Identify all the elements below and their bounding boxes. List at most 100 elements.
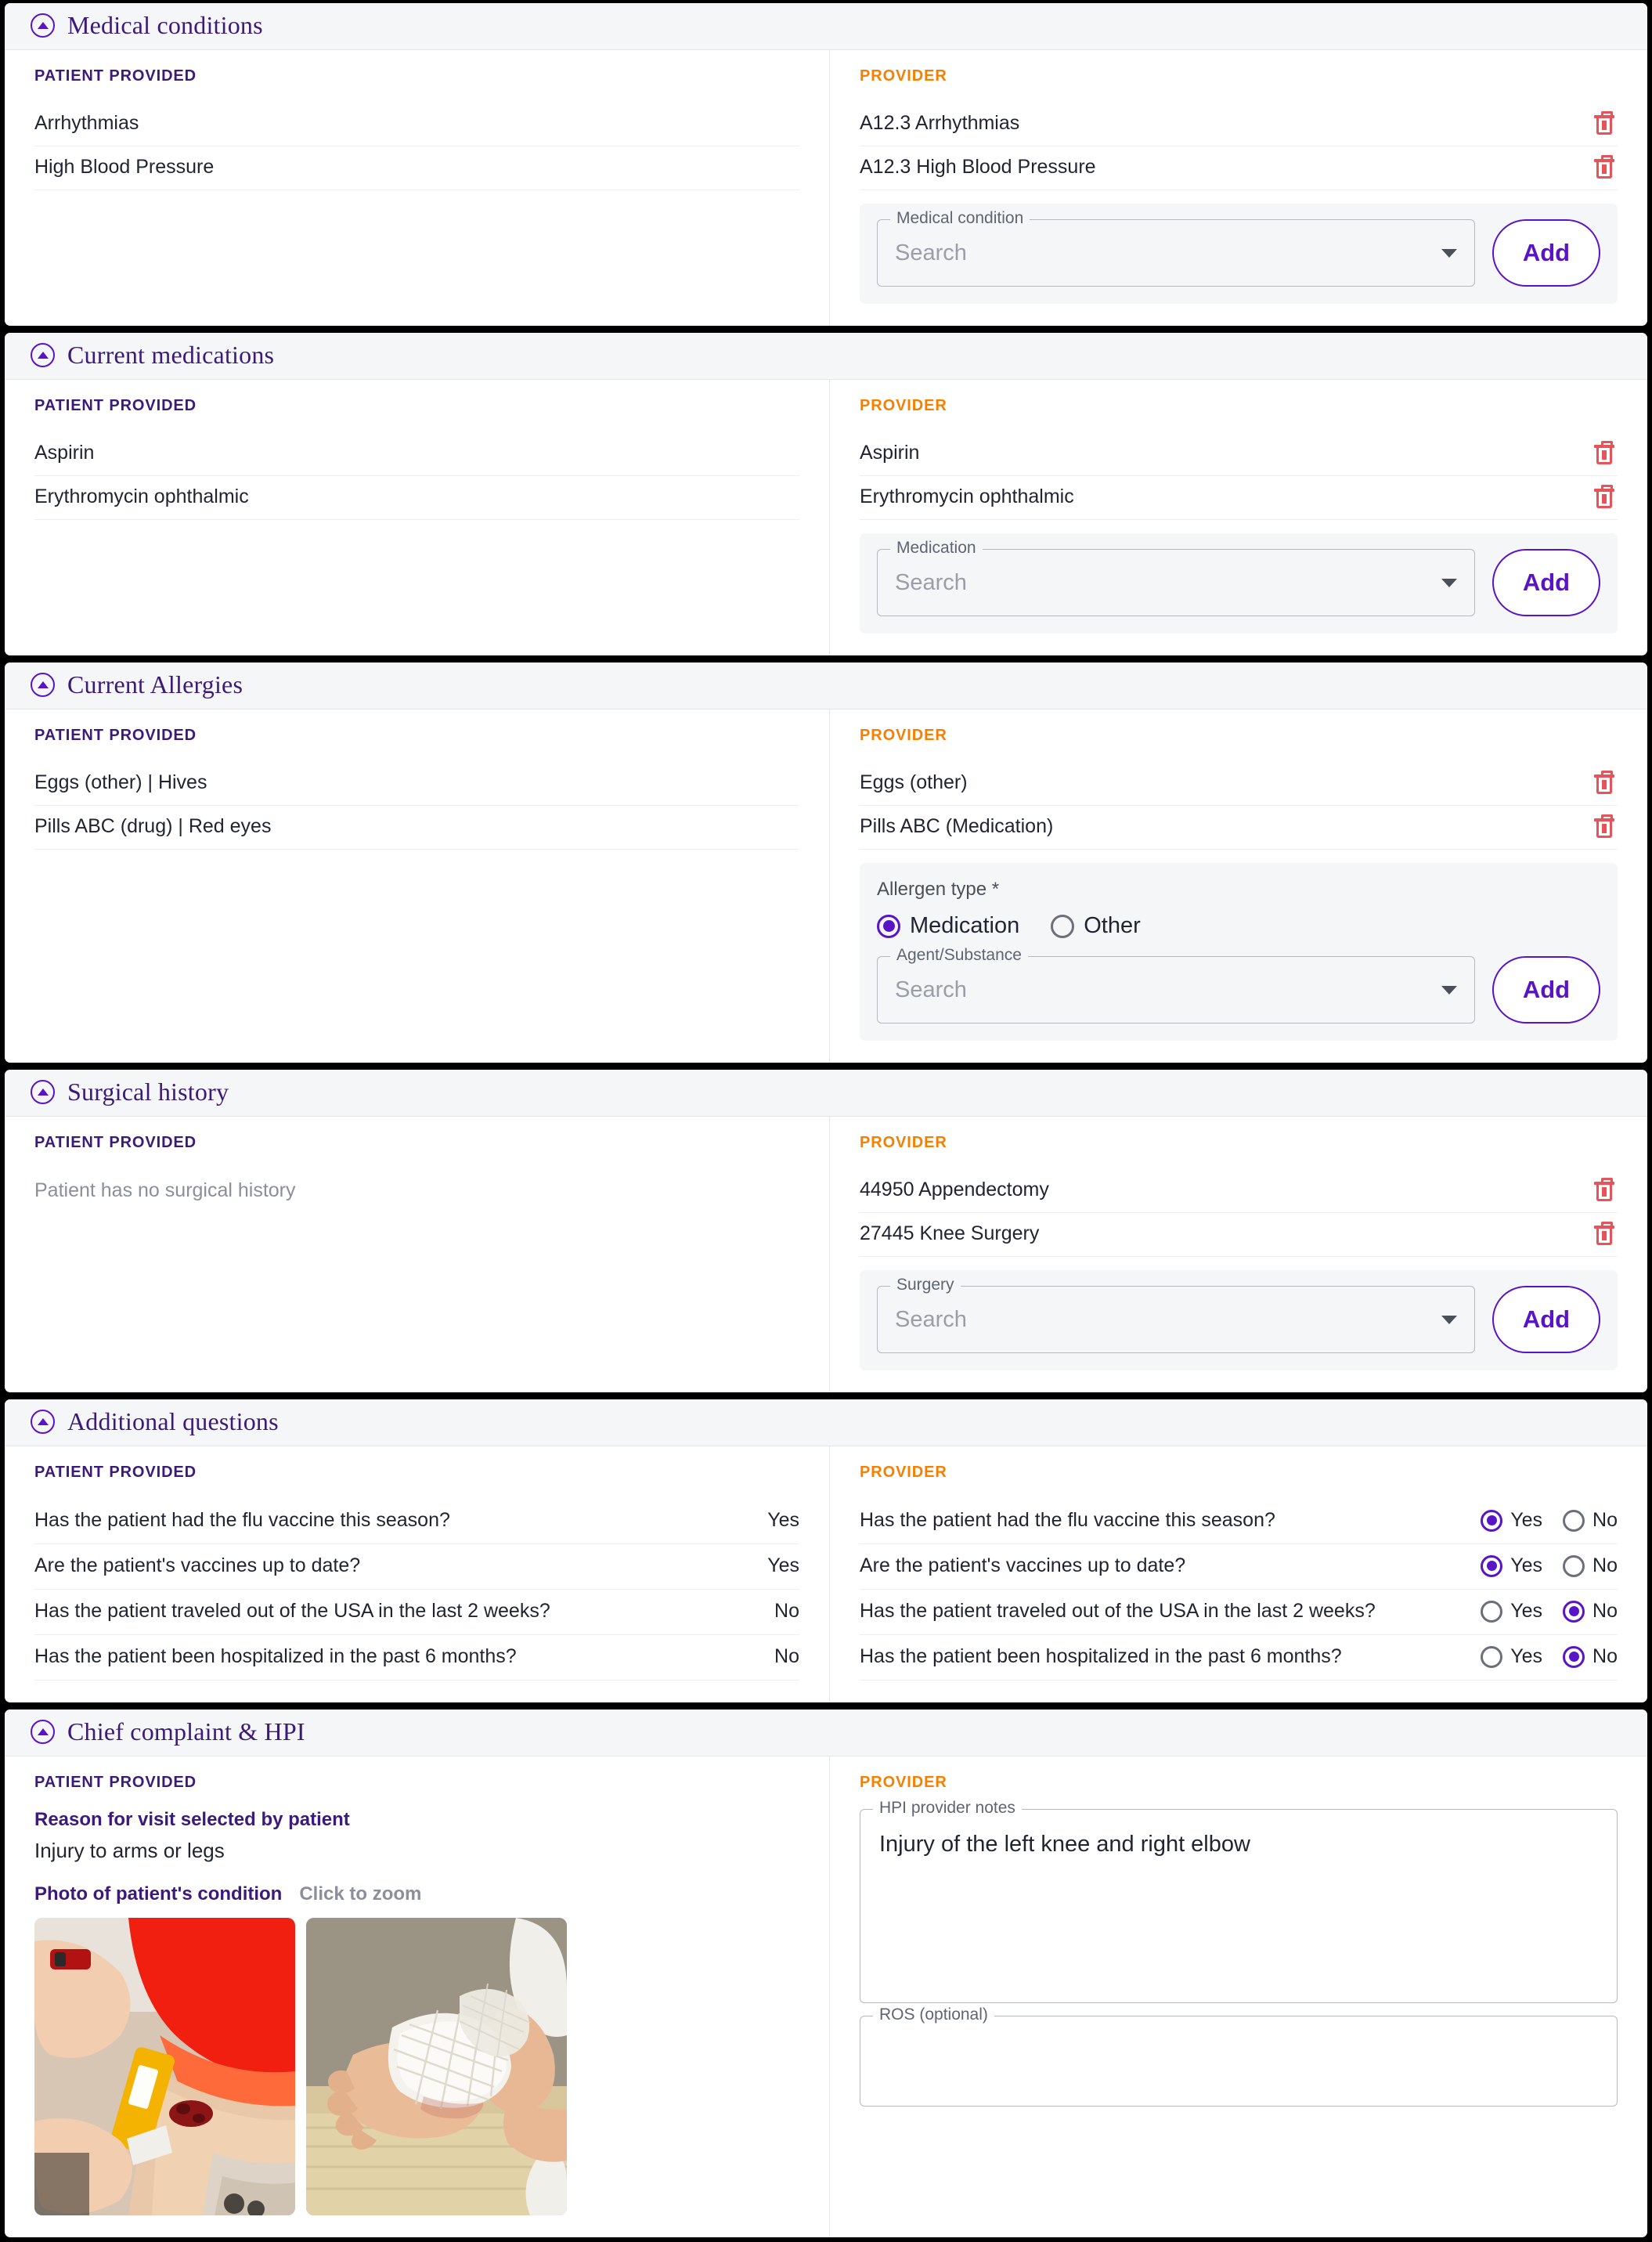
field-legend: Surgery xyxy=(890,1276,961,1293)
radio-option-medication[interactable]: Medication xyxy=(877,913,1019,939)
add-button[interactable]: Add xyxy=(1492,1286,1600,1353)
list-item: Eggs (other) xyxy=(860,762,1618,806)
trash-icon[interactable] xyxy=(1594,111,1614,135)
trash-icon[interactable] xyxy=(1594,771,1614,794)
section-header-current-allergies[interactable]: Current Allergies xyxy=(5,662,1647,709)
radio-option-no[interactable]: No xyxy=(1563,1509,1618,1532)
provider-label: PROVIDER xyxy=(860,1134,947,1151)
child-knee-bandage-photo xyxy=(34,1918,295,2215)
question-text: Has the patient been hospitalized in the… xyxy=(860,1645,1342,1667)
radio-option-no[interactable]: No xyxy=(1563,1645,1618,1668)
section-header-surgical-history[interactable]: Surgical history xyxy=(5,1070,1647,1117)
trash-icon[interactable] xyxy=(1594,155,1614,179)
medical-condition-search-input[interactable]: Medical condition Search xyxy=(877,210,1475,287)
section-title: Current medications xyxy=(67,341,275,369)
radio-indicator[interactable] xyxy=(1563,1509,1585,1532)
ros-textarea[interactable]: ROS (optional) xyxy=(860,2006,1618,2107)
trash-icon[interactable] xyxy=(1594,1178,1614,1201)
field-legend: Medical condition xyxy=(890,210,1030,226)
collapse-up-icon[interactable] xyxy=(31,1410,55,1434)
item-label: Arrhythmias xyxy=(34,112,139,134)
patient-provided-label: PATIENT PROVIDED xyxy=(34,67,197,85)
radio-indicator[interactable] xyxy=(1563,1554,1585,1577)
radio-indicator-selected[interactable] xyxy=(1481,1554,1503,1577)
patient-photo-2[interactable] xyxy=(306,1918,567,2215)
agent-substance-search-input[interactable]: Agent/Substance Search xyxy=(877,947,1475,1024)
patient-photo-1[interactable] xyxy=(34,1918,295,2215)
radio-option-no[interactable]: No xyxy=(1563,1600,1618,1623)
chevron-down-icon[interactable] xyxy=(1441,1315,1457,1324)
trash-icon[interactable] xyxy=(1594,814,1614,838)
radio-option-no[interactable]: No xyxy=(1563,1554,1618,1577)
list-item: Erythromycin ophthalmic xyxy=(860,476,1618,520)
allergen-type-group: Allergen type * Medication Other xyxy=(877,879,1600,956)
provider-label: PROVIDER xyxy=(860,67,947,85)
radio-label: No xyxy=(1592,1645,1618,1667)
chevron-down-icon[interactable] xyxy=(1441,985,1457,995)
radio-option-other[interactable]: Other xyxy=(1051,913,1141,939)
section-header-additional-questions[interactable]: Additional questions xyxy=(5,1399,1647,1446)
provider-column: PROVIDER Aspirin Erythromycin ophthalmic… xyxy=(830,380,1647,655)
photo-heading-row: Photo of patient's condition Click to zo… xyxy=(34,1883,799,1905)
section-header-current-medications[interactable]: Current medications xyxy=(5,333,1647,380)
item-label: A12.3 High Blood Pressure xyxy=(860,156,1096,178)
item-label: Eggs (other) | Hives xyxy=(34,771,207,793)
trash-icon[interactable] xyxy=(1594,1222,1614,1245)
hpi-provider-notes-textarea[interactable]: HPI provider notes Injury of the left kn… xyxy=(860,1800,1618,2003)
question-answer: Yes xyxy=(767,1509,799,1531)
question-text: Has the patient had the flu vaccine this… xyxy=(860,1509,1275,1531)
collapse-up-icon[interactable] xyxy=(31,1720,55,1744)
hpi-notes-value: Injury of the left knee and right elbow xyxy=(879,1832,1250,1857)
trash-icon[interactable] xyxy=(1594,485,1614,508)
list-item: 44950 Appendectomy xyxy=(860,1169,1618,1213)
provider-column: PROVIDER 44950 Appendectomy 27445 Knee S… xyxy=(830,1117,1647,1392)
list-item: Aspirin xyxy=(860,432,1618,476)
radio-option-yes[interactable]: Yes xyxy=(1481,1600,1542,1623)
add-button[interactable]: Add xyxy=(1492,549,1600,616)
radio-indicator-selected[interactable] xyxy=(1481,1509,1503,1532)
surgery-search-input[interactable]: Surgery Search xyxy=(877,1276,1475,1353)
question-text: Has the patient had the flu vaccine this… xyxy=(34,1509,450,1531)
provider-label: PROVIDER xyxy=(860,1774,947,1791)
section-title: Chief complaint & HPI xyxy=(67,1717,305,1746)
section-body: PATIENT PROVIDED Aspirin Erythromycin op… xyxy=(5,380,1647,655)
radio-option-yes[interactable]: Yes xyxy=(1481,1554,1542,1577)
collapse-up-icon[interactable] xyxy=(31,1080,55,1104)
section-header-medical-conditions[interactable]: Medical conditions xyxy=(5,3,1647,50)
patient-column: PATIENT PROVIDED Patient has no surgical… xyxy=(5,1117,830,1392)
collapse-up-icon[interactable] xyxy=(31,673,55,697)
provider-label: PROVIDER xyxy=(860,397,947,414)
radio-option-yes[interactable]: Yes xyxy=(1481,1509,1542,1532)
item-label: Aspirin xyxy=(860,442,920,464)
radio-indicator[interactable] xyxy=(1481,1645,1503,1668)
radio-indicator[interactable] xyxy=(1481,1600,1503,1623)
medication-search-input[interactable]: Medication Search xyxy=(877,540,1475,616)
chevron-down-icon[interactable] xyxy=(1441,248,1457,258)
answer-radio-group: Yes No xyxy=(1481,1600,1618,1623)
radio-indicator-selected[interactable] xyxy=(1563,1600,1585,1623)
radio-indicator[interactable] xyxy=(1051,914,1075,938)
add-button[interactable]: Add xyxy=(1492,956,1600,1024)
section-title: Additional questions xyxy=(67,1407,279,1435)
chevron-down-icon[interactable] xyxy=(1441,578,1457,587)
collapse-up-icon[interactable] xyxy=(31,13,55,38)
radio-indicator-selected[interactable] xyxy=(877,914,900,938)
trash-icon[interactable] xyxy=(1594,441,1614,464)
add-entry-panel: Surgery Search Add xyxy=(860,1270,1618,1370)
radio-indicator-selected[interactable] xyxy=(1563,1645,1585,1668)
section-body: PATIENT PROVIDED Reason for visit select… xyxy=(5,1756,1647,2237)
item-label: Pills ABC (drug) | Red eyes xyxy=(34,815,272,837)
add-button[interactable]: Add xyxy=(1492,219,1600,287)
search-placeholder: Search xyxy=(895,240,967,265)
radio-option-yes[interactable]: Yes xyxy=(1481,1645,1542,1668)
radio-label: No xyxy=(1592,1509,1618,1531)
collapse-up-icon[interactable] xyxy=(31,343,55,367)
radio-label: Yes xyxy=(1510,1600,1543,1622)
patient-provided-label: PATIENT PROVIDED xyxy=(34,1464,197,1481)
section-card-current-medications: Current medications PATIENT PROVIDED Asp… xyxy=(5,333,1647,655)
section-header-chief-complaint[interactable]: Chief complaint & HPI xyxy=(5,1709,1647,1756)
question-answer: No xyxy=(774,1600,799,1622)
field-legend: HPI provider notes xyxy=(873,1800,1022,1816)
question-row: Has the patient been hospitalized in the… xyxy=(860,1635,1618,1681)
radio-label: Other xyxy=(1084,913,1141,938)
